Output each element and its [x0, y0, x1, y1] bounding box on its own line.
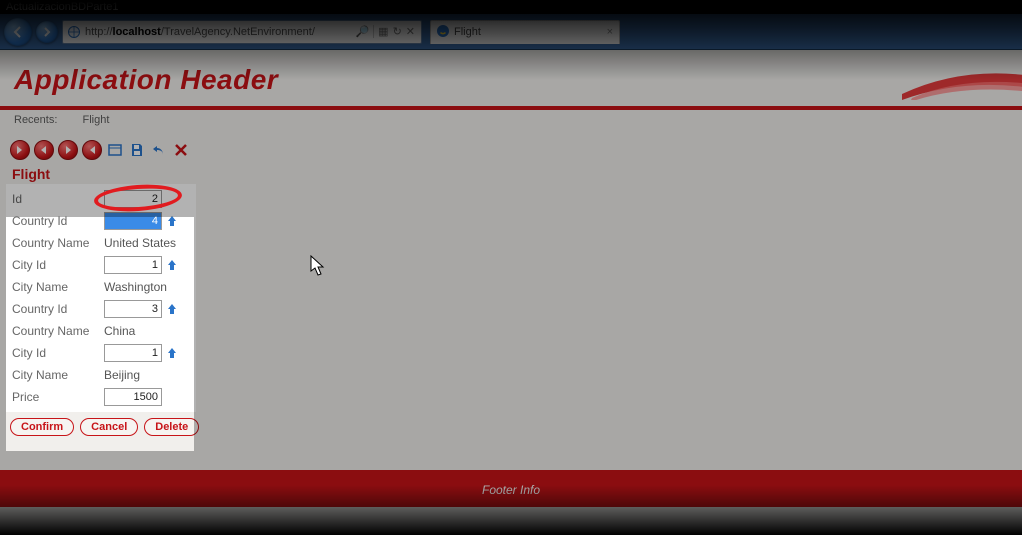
country1-id-input[interactable] [104, 212, 162, 230]
country2-id-label: Country Id [12, 302, 104, 316]
undo-button[interactable] [150, 141, 168, 159]
cancel-button[interactable]: Cancel [80, 418, 138, 436]
select-button[interactable] [106, 141, 124, 159]
city1-name-value: Washington [104, 280, 190, 294]
app-header: Application Header [0, 50, 1022, 110]
flight-form: Id Country Id Country Name United States… [6, 184, 196, 412]
lock-icon[interactable]: ▦ [378, 25, 388, 38]
country1-id-lookup-icon[interactable] [165, 214, 179, 228]
tab-close-icon[interactable]: × [607, 26, 613, 38]
last-record-button[interactable] [82, 140, 102, 160]
delete-button[interactable]: Delete [144, 418, 199, 436]
window-title: ActualizacionBDParte1 [6, 1, 119, 13]
city1-name-label: City Name [12, 280, 104, 294]
record-toolbar [0, 130, 1022, 164]
first-record-button[interactable] [10, 140, 30, 160]
save-button[interactable] [128, 141, 146, 159]
footer-text: Footer Info [482, 483, 540, 497]
country2-name-value: China [104, 324, 190, 338]
browser-toolbar: http:// localhost /TravelAgency.NetEnvir… [0, 14, 1022, 50]
city2-name-label: City Name [12, 368, 104, 382]
refresh-icon[interactable]: ↻ [393, 25, 402, 38]
id-input[interactable] [104, 190, 162, 208]
prev-record-button[interactable] [34, 140, 54, 160]
price-label: Price [12, 390, 104, 404]
city1-id-label: City Id [12, 258, 104, 272]
url-tools: 🔎 ▦ ↻ ✕ [355, 25, 417, 38]
country2-id-lookup-icon[interactable] [165, 302, 179, 316]
price-input[interactable] [104, 388, 162, 406]
country1-name-value: United States [104, 236, 190, 250]
tab-label: Flight [454, 26, 481, 38]
page-footer: Footer Info [0, 473, 1022, 507]
tab-strip: Flight × [430, 20, 620, 44]
country2-name-label: Country Name [12, 324, 104, 338]
address-bar[interactable]: http:// localhost /TravelAgency.NetEnvir… [62, 20, 422, 44]
city2-id-input[interactable] [104, 344, 162, 362]
page-icon [67, 25, 81, 39]
delete-icon-button[interactable] [172, 141, 190, 159]
window-titlebar: ActualizacionBDParte1 [0, 0, 1022, 14]
stop-icon[interactable]: ✕ [406, 25, 415, 38]
recents-label: Recents: [14, 114, 57, 126]
city2-id-lookup-icon[interactable] [165, 346, 179, 360]
forward-button[interactable] [36, 21, 58, 43]
tab-favicon [437, 25, 449, 40]
section-title: Flight [12, 166, 1010, 182]
city1-id-input[interactable] [104, 256, 162, 274]
header-swoosh [902, 70, 1022, 100]
search-icon[interactable]: 🔎 [355, 25, 369, 38]
recents-bar: Recents: Flight [0, 110, 1022, 130]
url-path: /TravelAgency.NetEnvironment/ [161, 26, 315, 38]
city2-id-label: City Id [12, 346, 104, 360]
url-host: localhost [113, 26, 161, 38]
app-title: Application Header [14, 64, 1008, 96]
tab-flight[interactable]: Flight × [430, 20, 620, 44]
confirm-button[interactable]: Confirm [10, 418, 74, 436]
url-scheme: http:// [85, 26, 113, 38]
action-row: Confirm Cancel Delete [10, 418, 1022, 436]
country2-id-input[interactable] [104, 300, 162, 318]
next-record-button[interactable] [58, 140, 78, 160]
id-label: Id [12, 192, 104, 206]
page: Application Header Recents: Flight Fligh… [0, 50, 1022, 535]
back-button[interactable] [4, 18, 32, 46]
recents-item[interactable]: Flight [82, 114, 109, 126]
country1-name-label: Country Name [12, 236, 104, 250]
city2-name-value: Beijing [104, 368, 190, 382]
city1-id-lookup-icon[interactable] [165, 258, 179, 272]
country1-id-label: Country Id [12, 214, 104, 228]
